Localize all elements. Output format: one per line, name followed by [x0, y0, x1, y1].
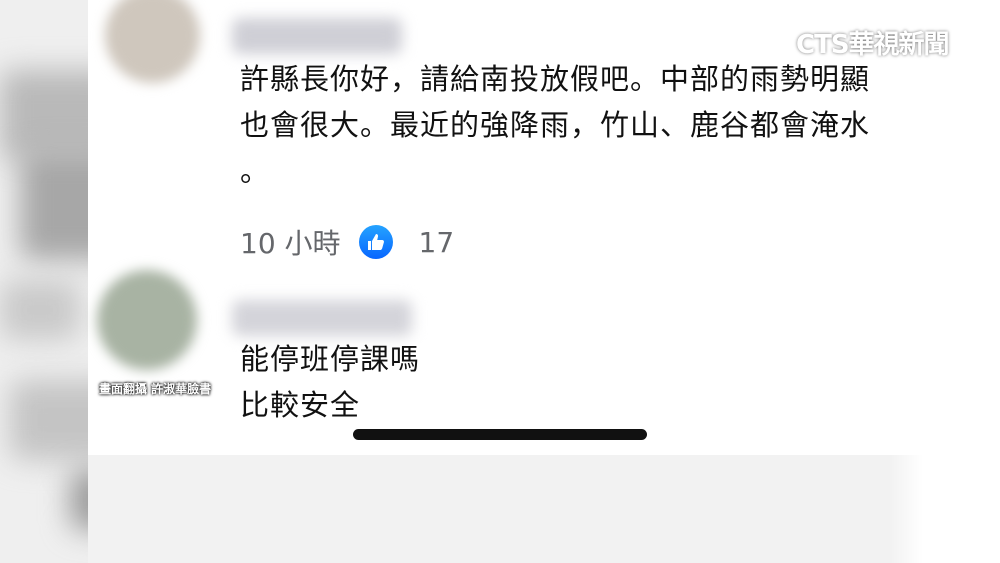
comment-line: 能停班停課嗎 [240, 342, 421, 376]
thumbs-up-icon[interactable] [358, 225, 393, 259]
comment-text: 能停班停課嗎 比較安全 [240, 336, 420, 428]
comment-text: 許縣長你好，請給南投放假吧。中部的雨勢明顯 也會很大。最近的強降雨，竹山、鹿谷都… [240, 56, 890, 194]
screen-credit: 畫面翻攝 許淑華臉書 [99, 382, 212, 396]
comment-line: 。 [240, 154, 271, 188]
blurred-username[interactable] [232, 300, 412, 336]
cts-news-logo: CTS華視新聞 [796, 30, 950, 60]
comment-line: 也會很大。最近的強降雨，竹山、鹿谷都會淹水 [240, 108, 871, 142]
like-count: 17 [418, 225, 455, 259]
comment-timestamp[interactable]: 10 小時 [240, 222, 341, 262]
lower-area [88, 455, 1000, 563]
home-indicator[interactable] [353, 429, 647, 440]
background-blur [0, 280, 80, 340]
comment-line: 許縣長你好，請給南投放假吧。中部的雨勢明顯 [240, 62, 871, 96]
comment-meta: 10 小時 17 [240, 222, 454, 262]
right-edge-fade [890, 0, 1000, 563]
avatar[interactable] [97, 270, 197, 370]
blurred-username[interactable] [232, 18, 402, 54]
comment-line: 比較安全 [240, 388, 361, 422]
